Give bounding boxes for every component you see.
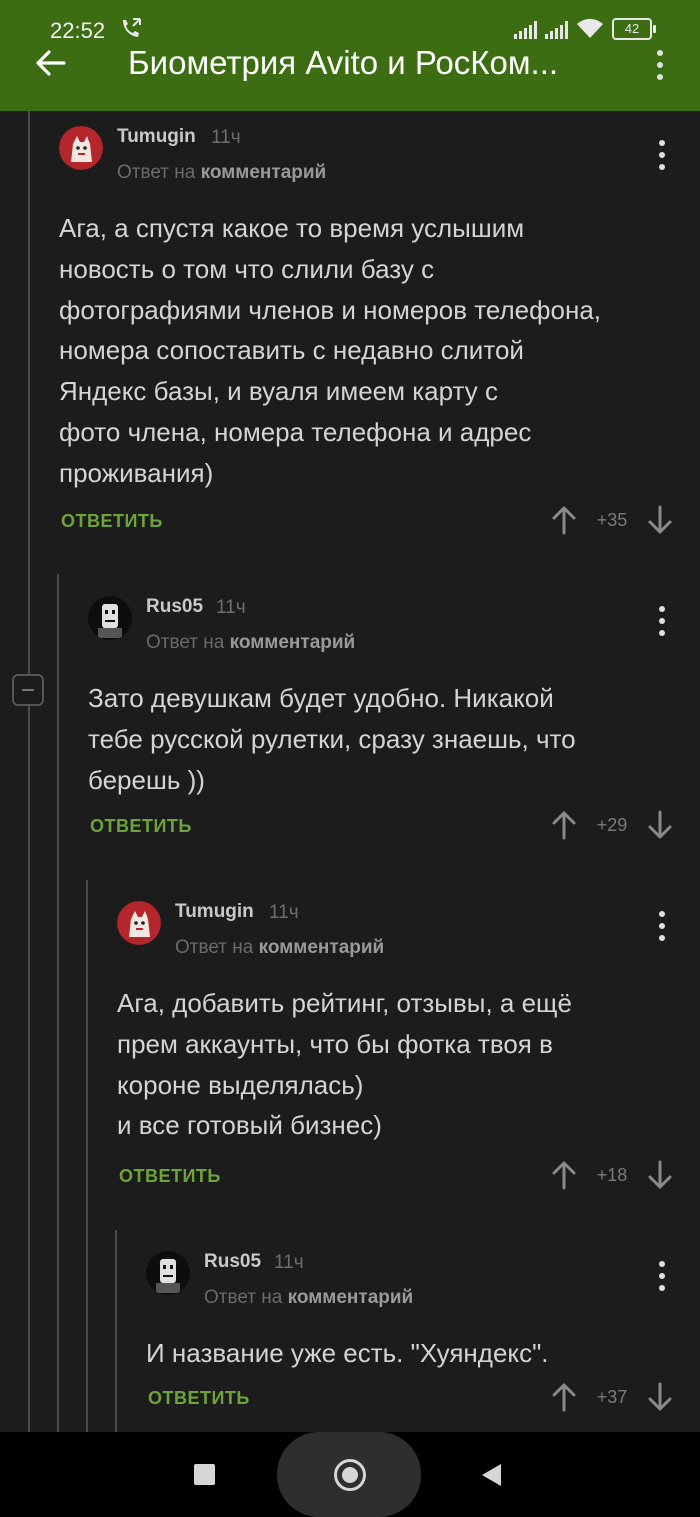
status-icons: 42 — [514, 18, 656, 40]
rating-value: +29 — [596, 814, 628, 835]
arrow-down-icon[interactable] — [647, 1382, 673, 1412]
vote-controls: +37 — [551, 1382, 673, 1412]
comment-text-line: прем аккаунты, что бы фотка твоя в — [117, 1028, 553, 1059]
reply-to-link[interactable]: комментарий — [288, 1287, 414, 1308]
vote-controls: +35 — [551, 505, 673, 535]
arrow-down-icon[interactable] — [647, 810, 673, 840]
comment-text-line: И название уже есть. "Хуяндекс". — [146, 1338, 549, 1368]
comment-text-line: тебе русской рулетки, сразу знаешь, что — [88, 723, 576, 754]
status-time: 22:52 — [50, 18, 106, 43]
reply-to: Ответ на комментарий — [146, 632, 355, 654]
vote-controls: +18 — [551, 1160, 673, 1190]
reply-button[interactable]: ОТВЕТИТЬ — [119, 1166, 221, 1187]
comment-text-line: короне выделялась) — [117, 1069, 364, 1100]
thread-line — [115, 1230, 117, 1432]
thread-line — [28, 111, 30, 1432]
thread-line — [57, 574, 59, 1432]
call-forward-icon — [123, 18, 141, 37]
rating-value: +35 — [596, 509, 628, 530]
comment: Rus05 11ч Ответ на комментарий И названи… — [146, 1251, 679, 1426]
reply-to-link[interactable]: комментарий — [230, 632, 356, 653]
thread-line — [86, 880, 88, 1432]
comment-text-line: и все готовый бизнес) — [117, 1110, 382, 1141]
more-vert-icon[interactable] — [658, 1261, 666, 1291]
avatar[interactable] — [59, 126, 103, 170]
arrow-up-icon[interactable] — [551, 810, 577, 840]
comment-text-line: проживания) — [59, 457, 214, 488]
comment: Tumugin 11ч Ответ на комментарий Ага, до… — [117, 901, 679, 1201]
comment-time: 11ч — [211, 127, 241, 148]
battery-icon: 42 — [612, 18, 656, 40]
comment-text-line: фото члена, номера телефона и адрес — [59, 416, 532, 447]
recent-apps-icon[interactable] — [194, 1464, 215, 1485]
reply-to: Ответ на комментарий — [117, 162, 326, 184]
comment-text-line: фотографиями членов и номеров телефона, — [59, 294, 602, 325]
avatar[interactable] — [146, 1251, 190, 1295]
rating-value: +37 — [596, 1386, 628, 1407]
comment-author[interactable]: Rus05 — [204, 1251, 261, 1273]
arrow-up-icon[interactable] — [551, 505, 577, 535]
comment-body: Зато девушкам будет удобно. Никакой тебе… — [88, 678, 576, 800]
comment-time: 11ч — [274, 1252, 304, 1273]
reply-to-prefix: Ответ на — [117, 162, 196, 183]
reply-to: Ответ на комментарий — [175, 937, 384, 959]
reply-to-prefix: Ответ на — [175, 937, 254, 958]
more-vert-icon[interactable] — [658, 911, 666, 941]
comment-body: Ага, а спустя какое то время услышим нов… — [59, 208, 601, 494]
reply-to-prefix: Ответ на — [146, 632, 225, 653]
comment-author[interactable]: Rus05 — [146, 596, 203, 618]
comment: Rus05 11ч Ответ на комментарий Зато деву… — [88, 596, 679, 856]
comment-text-line: Ага, а спустя какое то время услышим — [59, 213, 525, 243]
comment-text-line: новость о том что слили базу с — [59, 253, 435, 284]
comment-text-line: Зато девушкам будет удобно. Никакой — [88, 683, 554, 713]
reply-to-prefix: Ответ на — [204, 1287, 283, 1308]
arrow-down-icon[interactable] — [647, 1160, 673, 1190]
reply-button[interactable]: ОТВЕТИТЬ — [61, 511, 163, 532]
wifi-icon — [577, 18, 603, 38]
page-title: Биометрия Avito и РосКом... — [128, 44, 559, 81]
system-nav-bar — [0, 1432, 700, 1517]
reply-to-link[interactable]: комментарий — [259, 937, 385, 958]
reply-to: Ответ на комментарий — [204, 1287, 413, 1309]
arrow-up-icon[interactable] — [551, 1160, 577, 1190]
back-triangle-icon[interactable] — [482, 1464, 501, 1486]
comment-author[interactable]: Tumugin — [117, 126, 196, 148]
arrow-back-icon[interactable] — [34, 46, 68, 80]
comment-time: 11ч — [216, 597, 246, 618]
avatar[interactable] — [117, 901, 161, 945]
signal-icon — [545, 19, 568, 39]
avatar[interactable] — [88, 596, 132, 640]
arrow-up-icon[interactable] — [551, 1382, 577, 1412]
comment-time: 11ч — [269, 902, 299, 923]
vote-controls: +29 — [551, 810, 673, 840]
reply-to-link[interactable]: комментарий — [201, 162, 327, 183]
rating-value: +18 — [596, 1164, 628, 1185]
reply-button[interactable]: ОТВЕТИТЬ — [148, 1388, 250, 1409]
comment-author[interactable]: Tumugin — [175, 901, 254, 923]
collapse-minus-icon[interactable] — [12, 674, 44, 706]
app-bar: 22:52 42 Биометрия Avito и РосКом... — [0, 0, 700, 111]
comment-text-line: Ага, добавить рейтинг, отзывы, а ещё — [117, 988, 572, 1018]
signal-icon — [514, 19, 537, 39]
more-vert-icon[interactable] — [658, 606, 666, 636]
comment: Tumugin 11ч Ответ на комментарий Ага, а … — [59, 126, 679, 546]
comment-text-line: Яндекс базы, и вуаля имеем карту с — [59, 376, 498, 407]
comment-body: Ага, добавить рейтинг, отзывы, а ещё пре… — [117, 983, 572, 1146]
comment-text-line: берешь )) — [88, 764, 205, 795]
more-vert-icon[interactable] — [656, 50, 664, 80]
comment-body: И название уже есть. "Хуяндекс". — [146, 1333, 549, 1374]
reply-button[interactable]: ОТВЕТИТЬ — [90, 816, 192, 837]
arrow-down-icon[interactable] — [647, 505, 673, 535]
home-icon[interactable] — [334, 1459, 366, 1491]
more-vert-icon[interactable] — [658, 140, 666, 170]
comment-text-line: номера сопоставить с недавно слитой — [59, 335, 524, 366]
